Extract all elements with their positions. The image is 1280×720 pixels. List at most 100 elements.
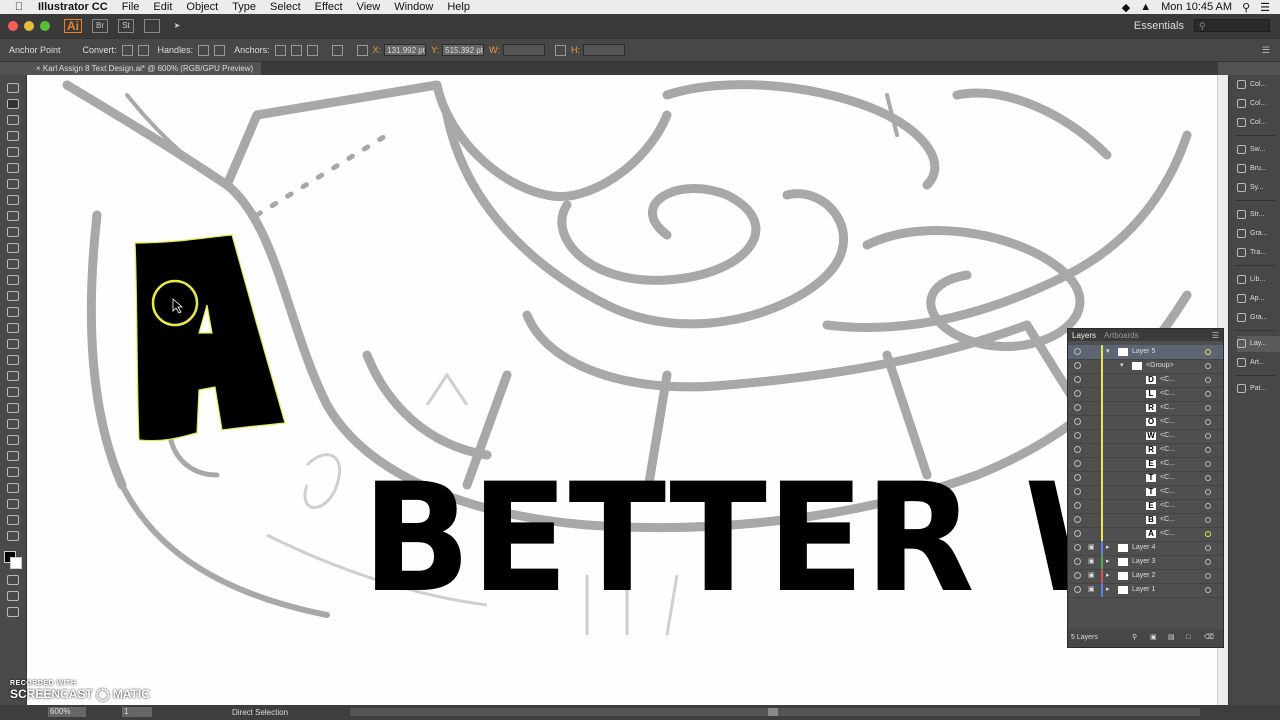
layer-name[interactable]: <C... [1160, 457, 1175, 471]
layer-name[interactable]: Layer 2 [1132, 569, 1155, 583]
rotate-tool-icon[interactable] [7, 291, 19, 301]
layer-name[interactable]: <C... [1160, 485, 1175, 499]
locate-object-icon[interactable]: ⚲ [1132, 629, 1137, 647]
sublayer-row[interactable]: D <C... [1068, 373, 1223, 388]
disclosure-triangle-icon[interactable]: ▸ [1106, 583, 1110, 597]
target-circle-icon[interactable] [1205, 349, 1211, 355]
horizontal-scroll-thumb[interactable] [768, 708, 778, 716]
gradient-tool-icon[interactable] [7, 403, 19, 413]
dock-swatches[interactable]: Sw... [1237, 142, 1280, 158]
dock-symbols[interactable]: Sy... [1237, 180, 1280, 196]
visibility-eye-icon[interactable] [1074, 362, 1081, 369]
layer-row[interactable]: ▸ ▣ Layer 2 [1068, 569, 1223, 584]
slice-tool-icon[interactable] [7, 499, 19, 509]
pen-tool-icon[interactable] [7, 147, 19, 157]
clock[interactable]: Mon 10:45 AM [1161, 1, 1232, 13]
magic-wand-tool-icon[interactable] [7, 115, 19, 125]
convert-corner-icon[interactable] [121, 44, 133, 56]
connect-anchor-icon[interactable] [290, 44, 302, 56]
spotlight-icon[interactable]: ⚲ [1242, 1, 1250, 14]
sublayer-row[interactable]: A <C... [1068, 527, 1223, 542]
dock-stroke[interactable]: Str... [1237, 207, 1280, 223]
hand-tool-icon[interactable] [7, 515, 19, 525]
make-clipping-mask-icon[interactable]: ▣ [1150, 629, 1157, 647]
line-tool-icon[interactable] [7, 195, 19, 205]
artboard-tool-icon[interactable] [7, 483, 19, 493]
visibility-eye-icon[interactable] [1074, 404, 1081, 411]
y-field[interactable]: 515.392 pt [442, 44, 485, 56]
disclosure-triangle-icon[interactable]: ▸ [1106, 555, 1110, 569]
target-circle-icon[interactable] [1205, 433, 1211, 439]
pencil-tool-icon[interactable] [7, 259, 19, 269]
layer-name[interactable]: <C... [1160, 471, 1175, 485]
show-handles-icon[interactable] [198, 44, 210, 56]
zoom-tool-icon[interactable] [7, 531, 19, 541]
constrain-icon[interactable] [554, 44, 566, 56]
symbol-sprayer-tool-icon[interactable] [7, 451, 19, 461]
dock-artboards[interactable]: Art... [1237, 355, 1280, 371]
visibility-eye-icon[interactable] [1074, 432, 1081, 439]
shaper-tool-icon[interactable] [7, 243, 19, 253]
panel-menu-icon[interactable]: ☰ [1262, 45, 1270, 56]
scale-tool-icon[interactable] [7, 307, 19, 317]
dock-layers[interactable]: Lay... [1237, 336, 1280, 352]
target-circle-icon[interactable] [1205, 545, 1211, 551]
layer-row[interactable]: ▸ ▣ Layer 1 [1068, 583, 1223, 598]
lock-icon[interactable]: ▣ [1088, 555, 1095, 569]
menu-object[interactable]: Object [186, 1, 218, 13]
target-circle-icon[interactable] [1205, 517, 1211, 523]
apple-icon[interactable]:  [12, 1, 26, 13]
lock-icon[interactable]: ▣ [1088, 569, 1095, 583]
w-field[interactable] [502, 44, 545, 56]
letter-a-path[interactable] [134, 234, 286, 442]
visibility-eye-icon[interactable] [1074, 558, 1081, 565]
menu-edit[interactable]: Edit [153, 1, 172, 13]
create-layer-icon[interactable]: □ [1186, 629, 1190, 647]
layer-name[interactable]: <C... [1160, 401, 1175, 415]
layers-panel-menu-icon[interactable]: ☰ [1212, 331, 1219, 340]
menu-window[interactable]: Window [394, 1, 433, 13]
target-circle-icon[interactable] [1205, 489, 1211, 495]
target-circle-icon[interactable] [1205, 377, 1211, 383]
target-circle-icon[interactable] [1205, 391, 1211, 397]
visibility-eye-icon[interactable] [1074, 348, 1081, 355]
draw-mode-icon[interactable] [7, 591, 19, 601]
dock-transparency[interactable]: Tra... [1237, 245, 1280, 261]
search-input[interactable]: ⚲ [1194, 19, 1270, 32]
visibility-eye-icon[interactable] [1074, 516, 1081, 523]
layer-name[interactable]: <C... [1160, 415, 1175, 429]
dock-graphic-styles[interactable]: Gra... [1237, 310, 1280, 326]
menu-effect[interactable]: Effect [315, 1, 343, 13]
convert-smooth-icon[interactable] [137, 44, 149, 56]
tab-layers[interactable]: Layers [1068, 331, 1100, 340]
layer-name[interactable]: <C... [1160, 513, 1175, 527]
eyedropper-tool-icon[interactable] [7, 419, 19, 429]
visibility-eye-icon[interactable] [1074, 544, 1081, 551]
layer-name[interactable]: <C... [1160, 373, 1175, 387]
target-circle-icon[interactable] [1205, 475, 1211, 481]
isolate-icon[interactable] [331, 44, 343, 56]
sublayer-row[interactable]: E <C... [1068, 499, 1223, 514]
sublayer-row[interactable]: T <C... [1068, 471, 1223, 486]
visibility-eye-icon[interactable] [1074, 460, 1081, 467]
layer-name[interactable]: <C... [1160, 499, 1175, 513]
visibility-eye-icon[interactable] [1074, 502, 1081, 509]
artboard-canvas[interactable]: BETTER W [27, 75, 1217, 705]
better-text[interactable]: BETTER W [362, 452, 1182, 626]
color-mode-icon[interactable] [7, 575, 19, 585]
dock-gradient[interactable]: Gra... [1237, 226, 1280, 242]
menu-type[interactable]: Type [232, 1, 256, 13]
sublayer-row[interactable]: O <C... [1068, 415, 1223, 430]
disclosure-triangle-icon[interactable]: ▾ [1106, 345, 1110, 359]
target-circle-icon[interactable] [1205, 587, 1211, 593]
visibility-eye-icon[interactable] [1074, 488, 1081, 495]
sublayer-row[interactable]: W <C... [1068, 429, 1223, 444]
mesh-tool-icon[interactable] [7, 387, 19, 397]
layer-row[interactable]: ▸ ▣ Layer 3 [1068, 555, 1223, 570]
artboard-number-field[interactable]: 1 [122, 707, 152, 717]
menu-file[interactable]: File [122, 1, 140, 13]
layer-name[interactable]: <C... [1160, 429, 1175, 443]
visibility-eye-icon[interactable] [1074, 530, 1081, 537]
layer-row[interactable]: ▸ ▣ Layer 4 [1068, 541, 1223, 556]
visibility-eye-icon[interactable] [1074, 418, 1081, 425]
